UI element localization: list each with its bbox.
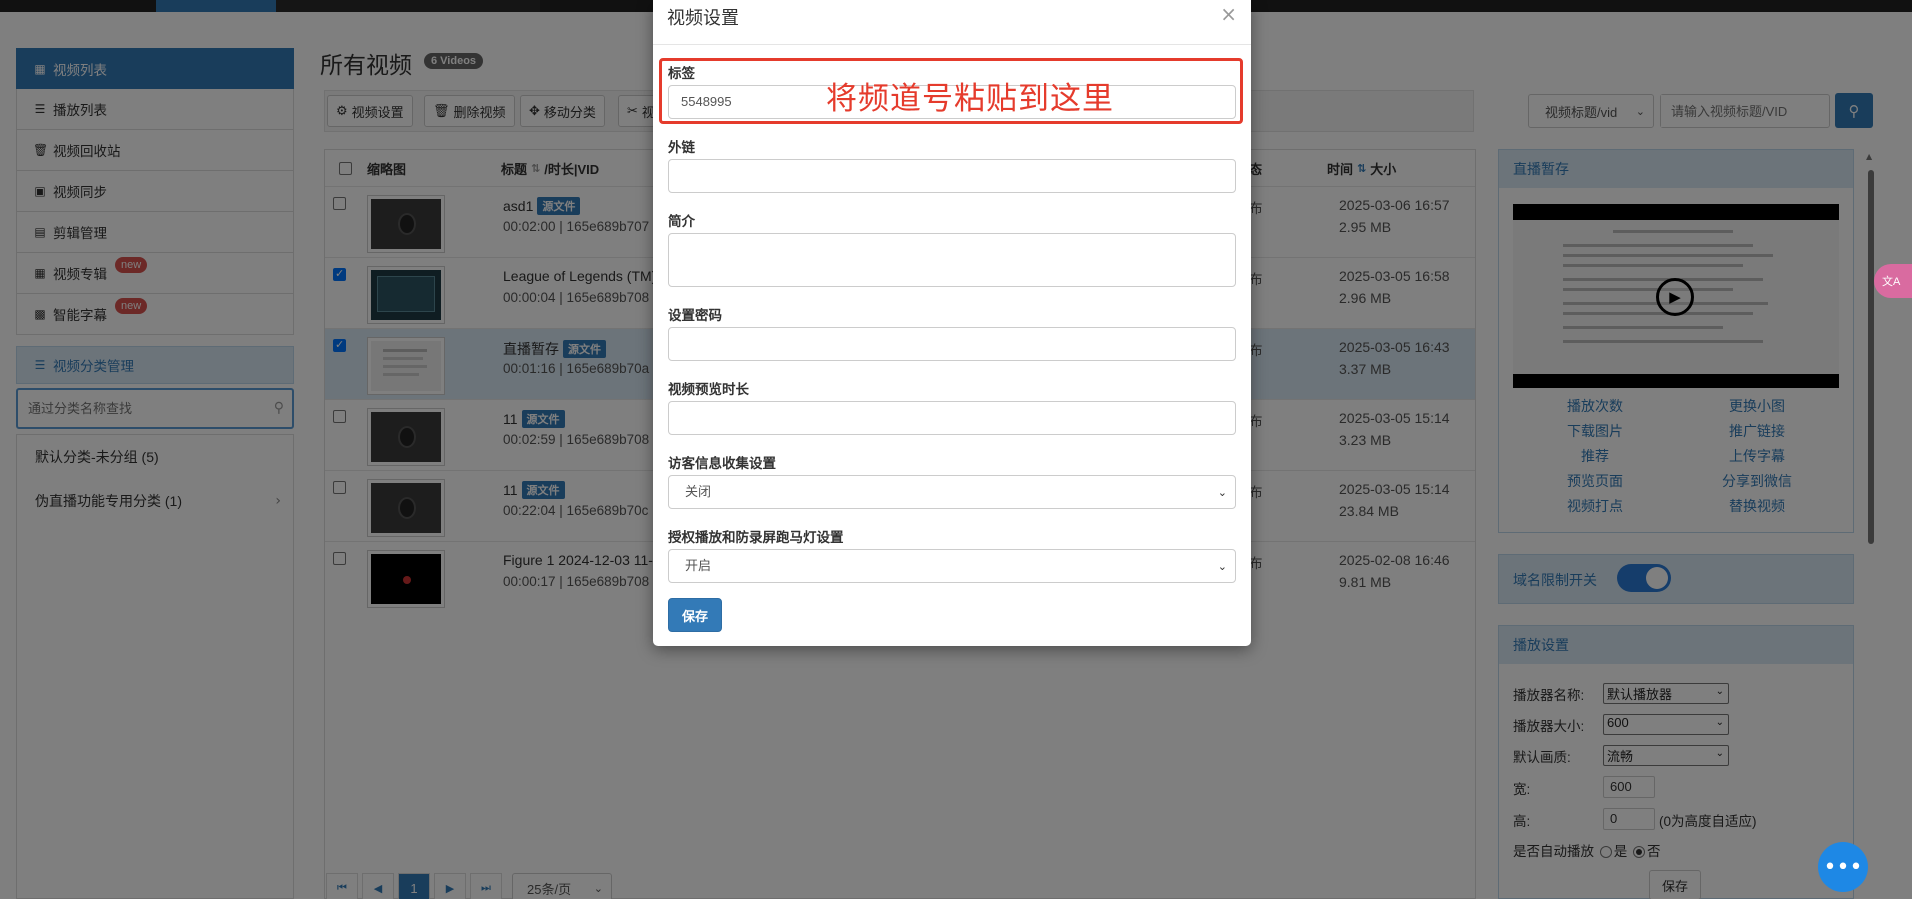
chevron-down-icon: ⌄: [1217, 486, 1227, 499]
password-input[interactable]: [668, 327, 1236, 361]
preview-duration-label: 视频预览时长: [668, 382, 749, 397]
external-link-label: 外链: [668, 140, 695, 155]
tag-label: 标签: [668, 66, 695, 81]
select-value: 关闭: [685, 484, 712, 499]
select-value: 开启: [685, 558, 712, 573]
chevron-down-icon: ⌄: [1217, 560, 1227, 573]
translate-icon[interactable]: 文A: [1874, 264, 1912, 298]
modal-save-button[interactable]: 保存: [668, 598, 722, 632]
visitor-info-select[interactable]: 关闭 ⌄: [668, 475, 1236, 509]
divider: [653, 44, 1251, 45]
chat-icon[interactable]: •••: [1818, 842, 1868, 892]
preview-duration-input[interactable]: [668, 401, 1236, 435]
visitor-info-label: 访客信息收集设置: [668, 456, 776, 471]
intro-textarea[interactable]: [668, 233, 1236, 287]
external-link-input[interactable]: [668, 159, 1236, 193]
modal-title: 视频设置: [667, 8, 739, 28]
auth-play-select[interactable]: 开启 ⌄: [668, 549, 1236, 583]
annotation-text: 将频道号粘贴到这里: [826, 81, 1114, 117]
intro-label: 简介: [668, 214, 695, 229]
video-settings-modal: 视频设置 × 标签 5548995 将频道号粘贴到这里 外链 简介 设置密码 视…: [653, 0, 1251, 646]
password-label: 设置密码: [668, 308, 722, 323]
close-icon[interactable]: ×: [1220, 2, 1237, 26]
auth-play-label: 授权播放和防录屏跑马灯设置: [668, 530, 844, 545]
